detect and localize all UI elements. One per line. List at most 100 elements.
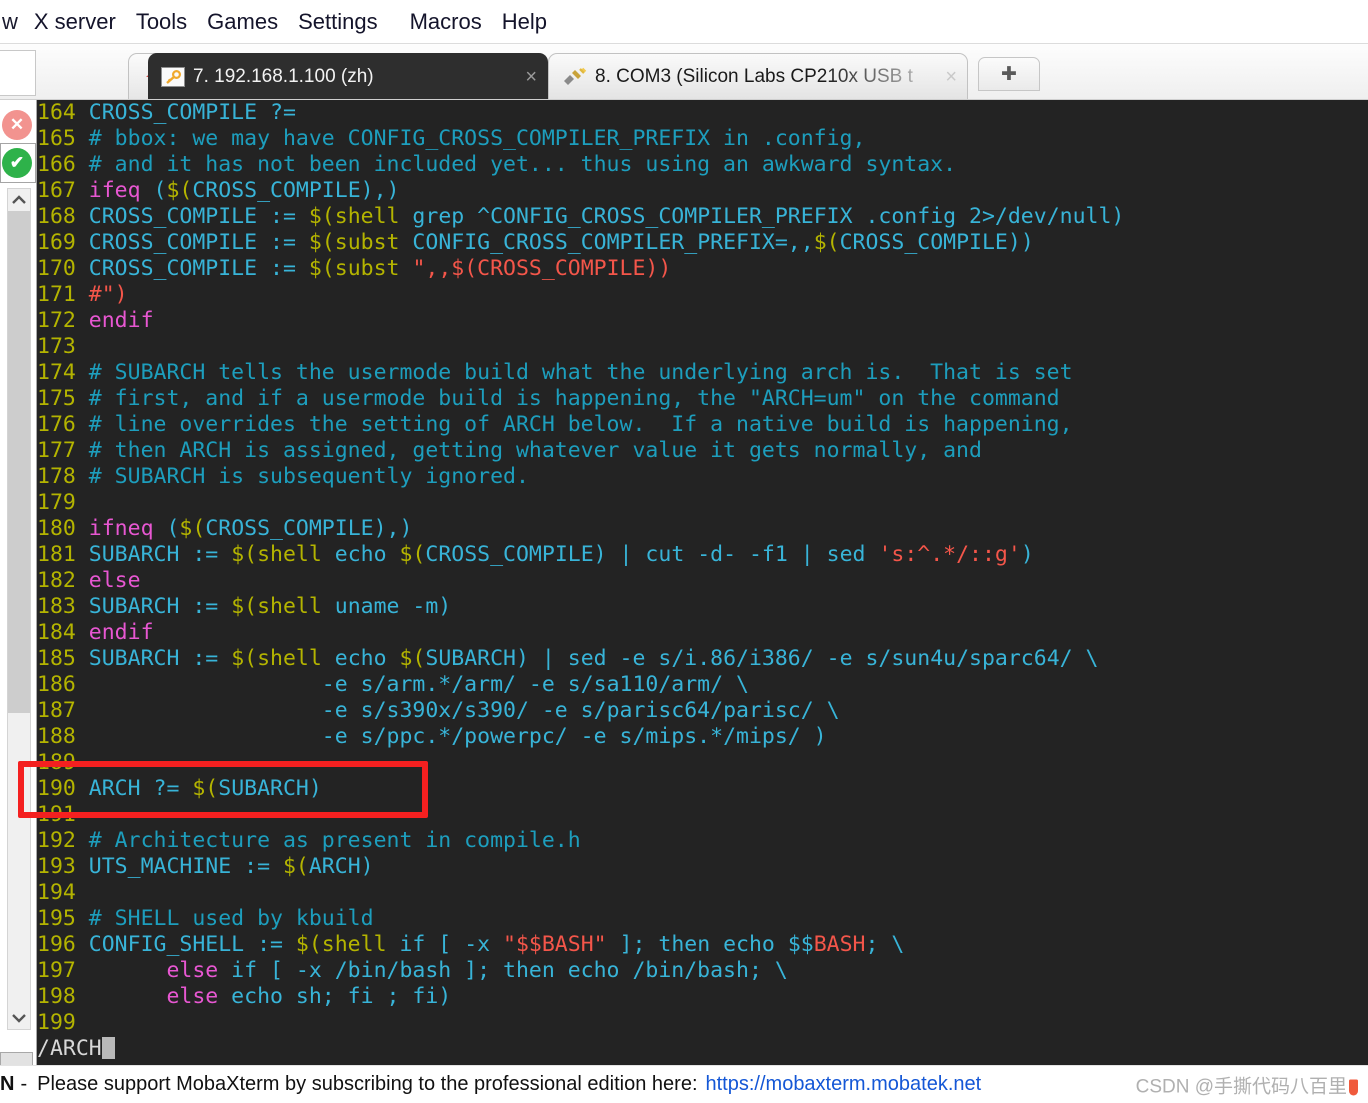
line-number: 168 — [37, 204, 76, 229]
terminal-line: 189 — [37, 750, 1124, 776]
line-number: 192 — [37, 828, 76, 853]
line-number: 179 — [37, 490, 76, 515]
line-number: 195 — [37, 906, 76, 931]
line-number: 176 — [37, 412, 76, 437]
line-number: 173 — [37, 334, 76, 359]
tab-ssh-192-168-1-100[interactable]: 7. 192.168.1.100 (zh) × — [148, 53, 548, 99]
line-number: 174 — [37, 360, 76, 385]
line-number: 169 — [37, 230, 76, 255]
line-number: 196 — [37, 932, 76, 957]
menu-item-xserver[interactable]: X server — [24, 7, 126, 37]
close-icon[interactable]: × — [525, 67, 537, 87]
menu-item-help[interactable]: Help — [492, 7, 557, 37]
line-number: 183 — [37, 594, 76, 619]
line-number: 170 — [37, 256, 76, 281]
terminal-line: 174 # SUBARCH tells the usermode build w… — [37, 360, 1124, 386]
watermark-mark-icon — [1349, 1079, 1358, 1095]
mobaxterm-window: w X server Tools Games Settings Macros H… — [0, 0, 1368, 1103]
terminal-line: 180 ifneq ($(CROSS_COMPILE),) — [37, 516, 1124, 542]
line-number: 166 — [37, 152, 76, 177]
connected-icon[interactable]: ✔ — [2, 148, 32, 178]
sidebar-scrollbar[interactable] — [7, 188, 31, 1030]
terminal-line: 195 # SHELL used by kbuild — [37, 906, 1124, 932]
plug-icon — [561, 67, 587, 87]
status-bar: N - Please support MobaXterm by subscrib… — [0, 1065, 1368, 1103]
menu-bar: w X server Tools Games Settings Macros H… — [0, 0, 1368, 44]
tab-strip: 7. 192.168.1.100 (zh) × 8. COM3 (Silicon… — [0, 44, 1368, 100]
cursor — [102, 1037, 115, 1059]
terminal-line: 194 — [37, 880, 1124, 906]
terminal-line: 184 endif — [37, 620, 1124, 646]
line-number: 199 — [37, 1010, 76, 1035]
line-number: 190 — [37, 776, 76, 801]
line-number: 165 — [37, 126, 76, 151]
terminal-line: 192 # Architecture as present in compile… — [37, 828, 1124, 854]
line-number: 172 — [37, 308, 76, 333]
line-number: 180 — [37, 516, 76, 541]
tab-serial-com3[interactable]: 8. COM3 (Silicon Labs CP210x USB t × — [548, 53, 968, 99]
tab-label: 8. COM3 (Silicon Labs CP210x USB t — [595, 66, 913, 88]
terminal-line: 193 UTS_MACHINE := $(ARCH) — [37, 854, 1124, 880]
terminal-line: 191 — [37, 802, 1124, 828]
menu-item-clipped[interactable]: w — [0, 9, 24, 35]
menu-item-tools[interactable]: Tools — [126, 7, 197, 37]
terminal-line: 171 #") — [37, 282, 1124, 308]
line-number: 177 — [37, 438, 76, 463]
terminal-line: 177 # then ARCH is assigned, getting wha… — [37, 438, 1124, 464]
terminal-line: 170 CROSS_COMPILE := $(subst ",,$(CROSS_… — [37, 256, 1124, 282]
watermark: CSDN @手撕代码八百里 — [1136, 1071, 1358, 1098]
line-number: 197 — [37, 958, 76, 983]
terminal-line: 179 — [37, 490, 1124, 516]
key-icon — [161, 67, 185, 87]
terminal-text: 164 CROSS_COMPILE ?=165 # bbox: we may h… — [37, 100, 1124, 1062]
mobaxterm-link[interactable]: https://mobaxterm.mobatek.net — [698, 1073, 982, 1096]
terminal-line: 175 # first, and if a usermode build is … — [37, 386, 1124, 412]
line-number: 191 — [37, 802, 76, 827]
terminal-line: 168 CROSS_COMPILE := $(shell grep ^CONFI… — [37, 204, 1124, 230]
terminal-line: 190 ARCH ?= $(SUBARCH) — [37, 776, 1124, 802]
close-icon[interactable]: × — [945, 67, 957, 87]
terminal-line: 181 SUBARCH := $(shell echo $(CROSS_COMP… — [37, 542, 1124, 568]
line-number: 185 — [37, 646, 76, 671]
terminal-line: 188 -e s/ppc.*/powerpc/ -e s/mips.*/mips… — [37, 724, 1124, 750]
terminal-line: 172 endif — [37, 308, 1124, 334]
line-number: 186 — [37, 672, 76, 697]
scroll-up-icon[interactable] — [8, 189, 30, 211]
plus-icon: ✚ — [1001, 65, 1017, 84]
status-message: Please support MobaXterm by subscribing … — [37, 1073, 697, 1096]
terminal-line: 187 -e s/s390x/s390/ -e s/parisc64/paris… — [37, 698, 1124, 724]
line-number: 182 — [37, 568, 76, 593]
menu-item-macros[interactable]: Macros — [400, 7, 492, 37]
line-number: 171 — [37, 282, 76, 307]
menu-item-games[interactable]: Games — [197, 7, 288, 37]
status-dash: - — [14, 1073, 37, 1096]
terminal-pane[interactable]: 164 CROSS_COMPILE ?=165 # bbox: we may h… — [36, 100, 1368, 1065]
scrollbar-thumb[interactable] — [8, 211, 30, 713]
tab-label: 7. 192.168.1.100 (zh) — [193, 66, 374, 88]
menu-item-settings[interactable]: Settings — [288, 7, 388, 37]
tabstrip-left-panel — [0, 50, 36, 96]
terminal-line: 186 -e s/arm.*/arm/ -e s/sa110/arm/ \ — [37, 672, 1124, 698]
watermark-text: CSDN @手撕代码八百里 — [1136, 1076, 1347, 1097]
disconnect-icon[interactable]: ✕ — [2, 110, 32, 140]
terminal-line: 185 SUBARCH := $(shell echo $(SUBARCH) |… — [37, 646, 1124, 672]
new-tab-button[interactable]: ✚ — [978, 57, 1040, 91]
line-number: 198 — [37, 984, 76, 1009]
scroll-down-icon[interactable] — [8, 1007, 30, 1029]
terminal-line: 183 SUBARCH := $(shell uname -m) — [37, 594, 1124, 620]
terminal-line: 182 else — [37, 568, 1124, 594]
terminal-line: 178 # SUBARCH is subsequently ignored. — [37, 464, 1124, 490]
left-sidebar: ✕ ✔ ng er — [0, 100, 36, 1075]
terminal-line: 199 — [37, 1010, 1124, 1036]
line-number: 167 — [37, 178, 76, 203]
line-number: 164 — [37, 100, 76, 125]
terminal-line: 167 ifeq ($(CROSS_COMPILE),) — [37, 178, 1124, 204]
line-number: 188 — [37, 724, 76, 749]
terminal-line: 198 else echo sh; fi ; fi) — [37, 984, 1124, 1010]
terminal-line: 173 — [37, 334, 1124, 360]
terminal-line: 197 else if [ -x /bin/bash ]; then echo … — [37, 958, 1124, 984]
line-number: 187 — [37, 698, 76, 723]
terminal-prompt-line: /ARCH — [37, 1036, 1124, 1062]
terminal-line: 169 CROSS_COMPILE := $(subst CONFIG_CROS… — [37, 230, 1124, 256]
line-number: 178 — [37, 464, 76, 489]
